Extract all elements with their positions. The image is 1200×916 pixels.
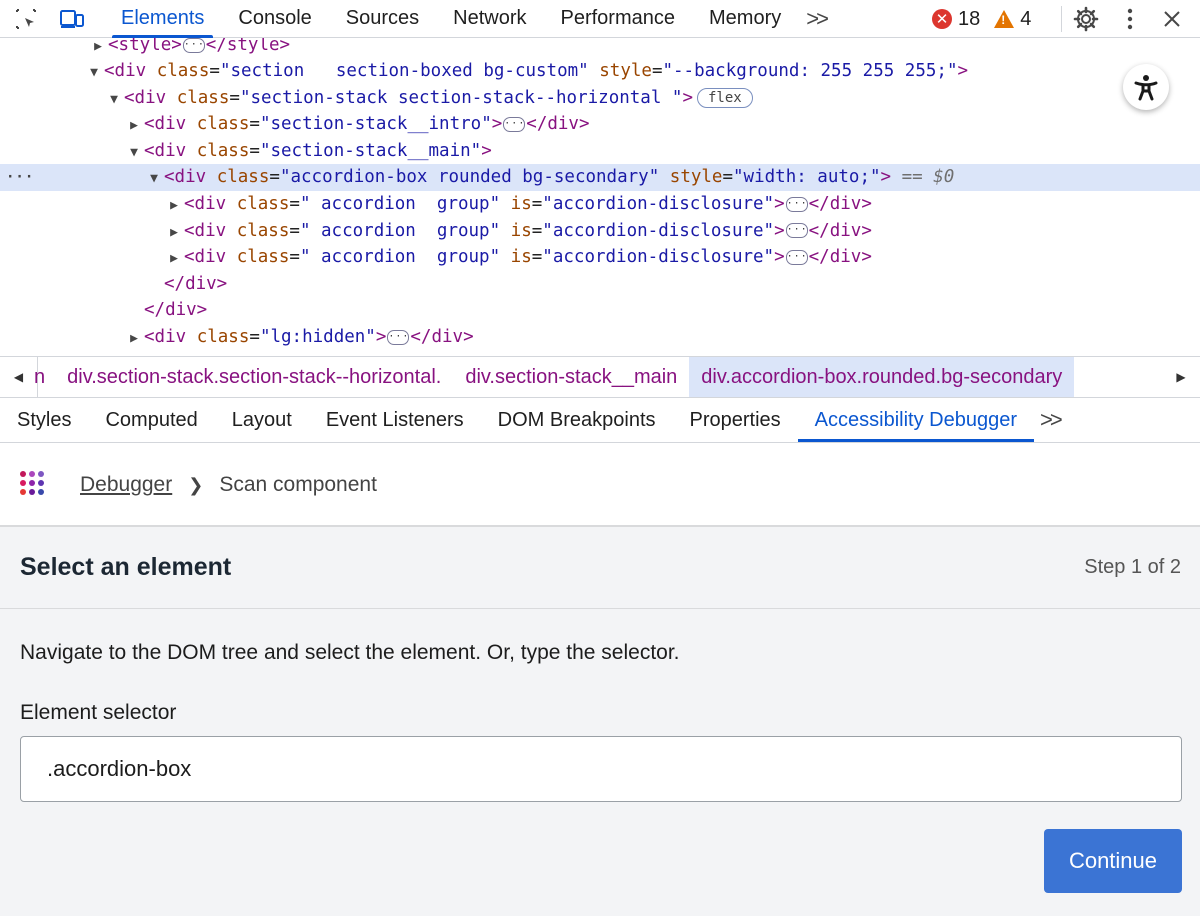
- tab-layout[interactable]: Layout: [215, 398, 309, 442]
- dom-node-accordion-3[interactable]: ▶ <div class=" accordion group" is="accor…: [0, 244, 1200, 271]
- ellipsis-badge[interactable]: ···: [387, 329, 410, 345]
- warning-icon: !: [994, 10, 1015, 28]
- close-icon[interactable]: [1158, 5, 1186, 33]
- row-actions-icon[interactable]: ···: [6, 164, 34, 191]
- tab-event-listeners[interactable]: Event Listeners: [309, 398, 481, 442]
- dom-node-accordion-box-selected[interactable]: ··· ▼ <div class="accordion-box rounded bg…: [0, 164, 1200, 191]
- breadcrumb-item-stack-main[interactable]: div.section-stack__main: [453, 366, 689, 389]
- step-header: Select an element Step 1 of 2: [0, 527, 1200, 609]
- tab-memory[interactable]: Memory: [692, 0, 798, 38]
- breadcrumb-item-section-stack[interactable]: div.section-stack.section-stack--horizon…: [53, 366, 453, 389]
- tab-computed[interactable]: Computed: [88, 398, 214, 442]
- dom-node-stack-main[interactable]: ▼ <div class="section-stack__main">: [0, 138, 1200, 165]
- ellipsis-badge[interactable]: ···: [785, 196, 808, 212]
- expand-triangle-icon[interactable]: ▶: [124, 326, 144, 353]
- tab-console[interactable]: Console: [221, 0, 328, 38]
- selector-form: Navigate to the DOM tree and select the …: [0, 609, 1200, 916]
- step-title: Select an element: [20, 553, 232, 581]
- ellipsis-badge[interactable]: ···: [182, 38, 205, 53]
- dom-node-close-div[interactable]: </div>: [0, 297, 1200, 324]
- inspect-element-icon[interactable]: [12, 5, 40, 33]
- collapse-triangle-icon[interactable]: ▼: [144, 166, 164, 193]
- element-breadcrumb: ◀ n div.section-stack.section-stack--hor…: [0, 356, 1200, 398]
- debugger-logo-icon: [20, 471, 48, 499]
- collapse-triangle-icon[interactable]: ▼: [124, 140, 144, 167]
- tab-properties[interactable]: Properties: [673, 398, 798, 442]
- scroll-right-icon[interactable]: ▶: [1162, 357, 1200, 397]
- sidebar-tabs: Styles Computed Layout Event Listeners D…: [0, 398, 1200, 443]
- more-subtabs-chevron-icon[interactable]: >>: [1034, 398, 1068, 442]
- kebab-menu-icon[interactable]: [1116, 5, 1144, 33]
- continue-button[interactable]: Continue: [1044, 829, 1182, 893]
- dom-tree: ▶ <style> ···</style> ▼ <div class="section…: [0, 38, 1200, 356]
- element-selector-input[interactable]: [20, 736, 1182, 802]
- toolbar-divider: [1061, 6, 1062, 32]
- warning-count: 4: [1020, 7, 1032, 30]
- tab-accessibility-debugger[interactable]: Accessibility Debugger: [797, 398, 1035, 442]
- expand-triangle-icon[interactable]: ▶: [164, 246, 184, 273]
- tab-network[interactable]: Network: [436, 0, 543, 38]
- dom-node-accordion-2[interactable]: ▶ <div class=" accordion group" is="accor…: [0, 218, 1200, 245]
- more-tabs-chevron-icon[interactable]: >>: [798, 0, 834, 38]
- main-tabs: Elements Console Sources Network Perform…: [104, 0, 834, 38]
- step-counter: Step 1 of 2: [1084, 556, 1181, 578]
- error-icon: ✕: [932, 9, 952, 29]
- toolbar-right-icons: [1051, 0, 1200, 38]
- error-count: 18: [958, 7, 981, 30]
- debugger-link[interactable]: Debugger: [80, 473, 172, 497]
- dom-node-lg-hidden[interactable]: ▶ <div class="lg:hidden"> ···</div>: [0, 324, 1200, 351]
- devtools-toolbar: Elements Console Sources Network Perform…: [0, 0, 1200, 38]
- tab-sources[interactable]: Sources: [329, 0, 436, 38]
- breadcrumb-current: Scan component: [219, 473, 377, 496]
- debugger-header: Debugger ❯ Scan component: [0, 443, 1200, 527]
- instructions-text: Navigate to the DOM tree and select the …: [20, 641, 680, 664]
- accessibility-icon[interactable]: [1123, 64, 1169, 110]
- expand-triangle-icon[interactable]: ▶: [164, 220, 184, 247]
- dom-node-section[interactable]: ▼ <div class="section section-boxed bg-cu…: [0, 58, 1200, 85]
- gear-icon[interactable]: [1072, 5, 1100, 33]
- flex-badge[interactable]: flex: [697, 87, 753, 108]
- debugger-breadcrumb: Debugger ❯ Scan component: [80, 443, 377, 527]
- tab-dom-breakpoints[interactable]: DOM Breakpoints: [481, 398, 673, 442]
- scroll-left-icon[interactable]: ◀: [0, 357, 38, 397]
- chevron-right-icon: ❯: [188, 474, 204, 495]
- ellipsis-badge[interactable]: ···: [785, 223, 808, 239]
- dom-node-accordion-1[interactable]: ▶ <div class=" accordion group" is="accor…: [0, 191, 1200, 218]
- collapse-triangle-icon[interactable]: ▼: [104, 87, 124, 114]
- ellipsis-badge[interactable]: ···: [503, 116, 526, 132]
- element-selector-label: Element selector: [20, 701, 177, 724]
- dom-node-section-stack[interactable]: ▼ <div class="section-stack section-stack…: [0, 85, 1200, 112]
- issue-counters[interactable]: ✕ 18 ! 4: [932, 0, 1031, 38]
- dom-node-style[interactable]: ▶ <style> ···</style>: [0, 38, 1200, 59]
- tab-elements[interactable]: Elements: [104, 0, 221, 38]
- collapse-triangle-icon[interactable]: ▼: [84, 60, 104, 87]
- tab-styles[interactable]: Styles: [0, 398, 88, 442]
- expand-triangle-icon[interactable]: ▶: [164, 193, 184, 220]
- breadcrumb-item-accordion-box[interactable]: div.accordion-box.rounded.bg-secondary: [689, 357, 1075, 397]
- tab-performance[interactable]: Performance: [544, 0, 693, 38]
- ellipsis-badge[interactable]: ···: [785, 249, 808, 265]
- device-toolbar-icon[interactable]: [58, 5, 86, 33]
- breadcrumb-item-cut[interactable]: n: [34, 366, 53, 389]
- dom-node-close-div[interactable]: </div>: [0, 271, 1200, 298]
- expand-triangle-icon[interactable]: ▶: [124, 113, 144, 140]
- dom-node-stack-intro[interactable]: ▶ <div class="section-stack__intro"> ···</…: [0, 111, 1200, 138]
